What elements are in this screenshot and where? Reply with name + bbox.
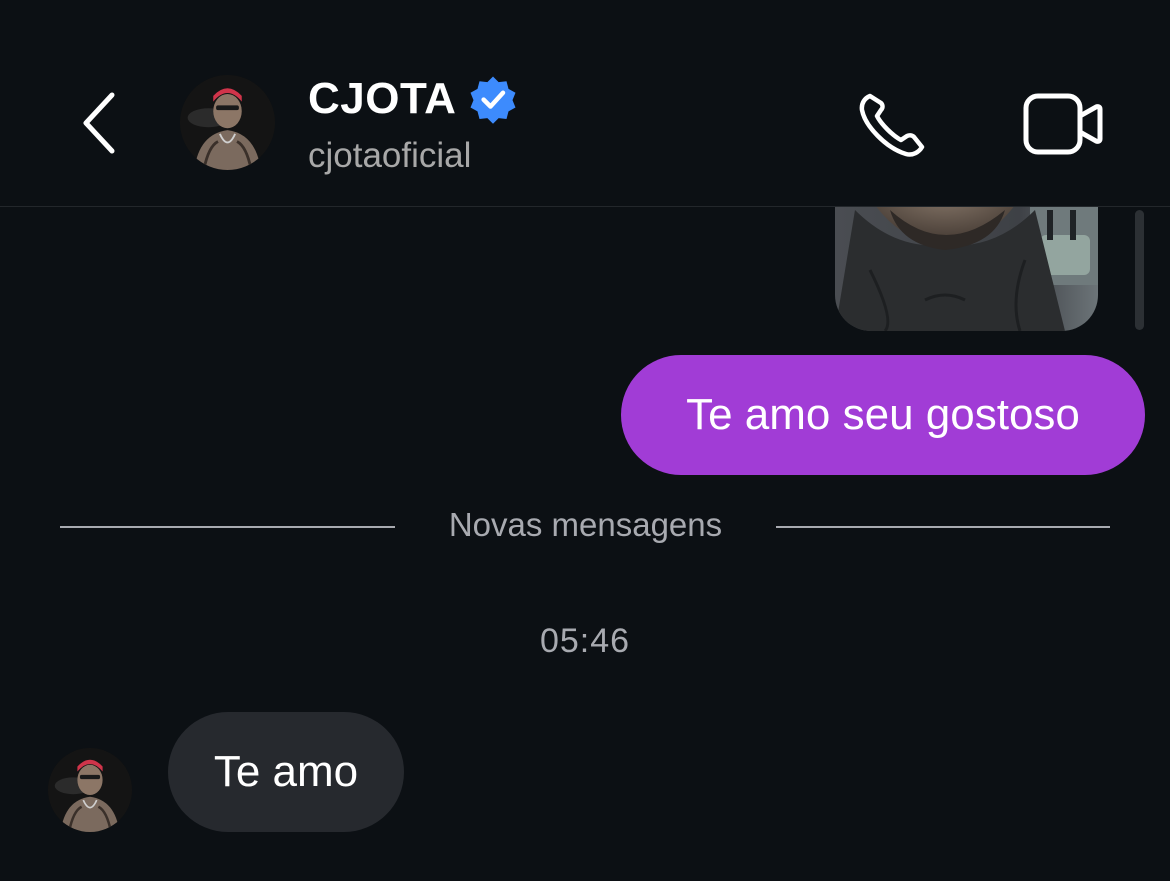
chevron-left-icon: [83, 92, 115, 154]
divider-line-left: [60, 526, 395, 528]
outgoing-message-bubble[interactable]: Te amo seu gostoso: [621, 355, 1145, 475]
new-messages-label: Novas mensagens: [448, 506, 723, 543]
video-call-button[interactable]: [1022, 90, 1104, 160]
incoming-message-bubble[interactable]: Te amo: [168, 712, 404, 832]
contact-avatar[interactable]: [180, 75, 275, 170]
audio-call-button[interactable]: [856, 88, 932, 160]
dm-thread-screen: Te amo seu gostoso Novas mensagens 05:46…: [0, 0, 1170, 881]
thread-header: CJOTA cjotaoficial: [0, 0, 1170, 207]
sender-avatar[interactable]: [48, 748, 132, 832]
avatar-image: [48, 748, 132, 832]
divider-line-right: [776, 526, 1110, 528]
contact-name: CJOTA: [308, 74, 457, 123]
contact-name-row[interactable]: CJOTA: [308, 73, 518, 125]
phone-icon: [859, 93, 925, 157]
scrollbar[interactable]: [1135, 210, 1144, 330]
contact-handle: cjotaoficial: [308, 136, 472, 175]
video-camera-icon: [1023, 93, 1103, 155]
verified-badge-icon: [470, 76, 516, 124]
avatar-image: [180, 75, 275, 170]
message-timestamp: 05:46: [539, 622, 631, 660]
outgoing-message-text: Te amo seu gostoso: [686, 390, 1080, 439]
back-button[interactable]: [70, 88, 126, 158]
new-messages-divider: Novas mensagens: [60, 500, 1110, 554]
incoming-message-text: Te amo: [213, 747, 359, 796]
